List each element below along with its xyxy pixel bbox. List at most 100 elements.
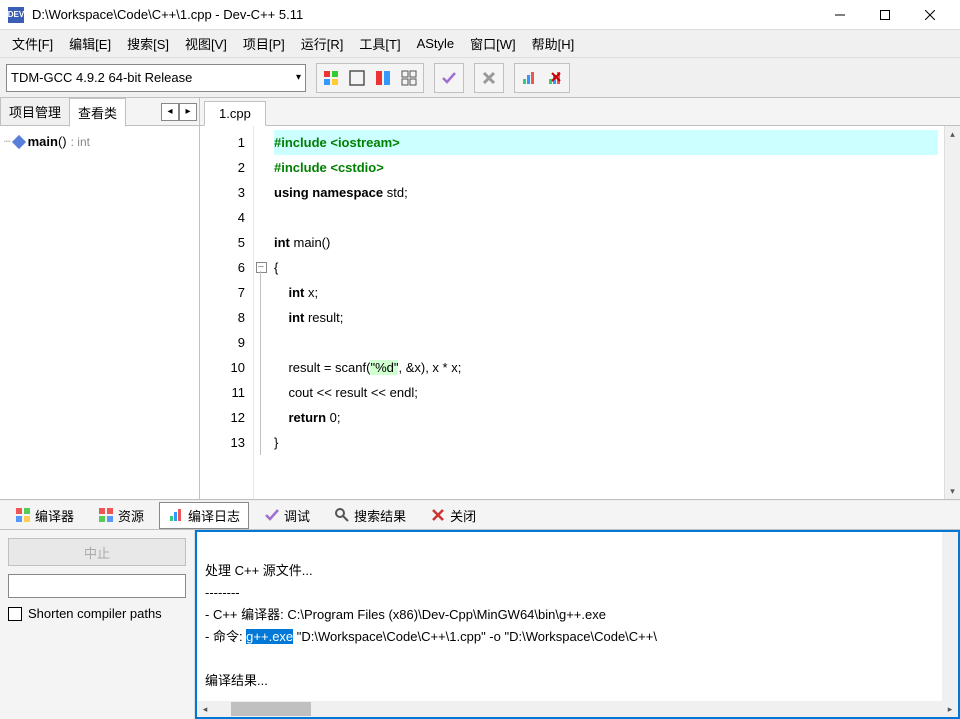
- code-line[interactable]: #include <cstdio>: [274, 155, 938, 180]
- scroll-down-icon[interactable]: ▾: [945, 483, 960, 499]
- tool-group-check: [434, 63, 464, 93]
- sidebar: 项目管理 查看类 ◂ ▸ ┈ main() : int: [0, 98, 200, 499]
- minimize-button[interactable]: [817, 1, 862, 29]
- dropdown-caret-icon: ▾: [296, 72, 301, 83]
- layout-single-icon[interactable]: [345, 66, 369, 90]
- tool-group-chart: [514, 63, 570, 93]
- layout-2pane-icon[interactable]: [371, 66, 395, 90]
- tree-item-main[interactable]: ┈ main() : int: [4, 132, 195, 151]
- menu-item[interactable]: 编辑[E]: [61, 30, 119, 57]
- menu-item[interactable]: AStyle: [409, 32, 463, 55]
- checkbox-icon[interactable]: [8, 607, 22, 621]
- bottom-tab-label: 搜索结果: [354, 506, 406, 525]
- close-button[interactable]: [907, 1, 952, 29]
- check-icon[interactable]: [437, 66, 461, 90]
- menu-item[interactable]: 视图[V]: [177, 30, 235, 57]
- fold-column: −: [254, 126, 268, 499]
- code-line[interactable]: {: [274, 255, 938, 280]
- toolbar: TDM-GCC 4.9.2 64-bit Release ▾: [0, 58, 960, 98]
- sidebar-nav-left[interactable]: ◂: [161, 103, 179, 121]
- code-area[interactable]: #include <iostream>#include <cstdio>usin…: [268, 126, 944, 499]
- x-grey-icon[interactable]: [477, 66, 501, 90]
- chart-x-icon[interactable]: [543, 66, 567, 90]
- bottom-left-controls: 中止 Shorten compiler paths: [0, 530, 195, 719]
- sidebar-tab-project[interactable]: 项目管理: [0, 97, 70, 126]
- scroll-up-icon[interactable]: ▴: [945, 126, 960, 142]
- sidebar-nav-right[interactable]: ▸: [179, 103, 197, 121]
- main-area: 项目管理 查看类 ◂ ▸ ┈ main() : int 1.cpp 123456…: [0, 98, 960, 499]
- bottom-panel: 编译器 资源编译日志调试 搜索结果 关闭 中止 Shorten compiler pa…: [0, 499, 960, 719]
- log-line: 编译结果...: [205, 670, 950, 692]
- bottom-tab-label: 关闭: [450, 506, 476, 525]
- menu-item[interactable]: 窗口[W]: [462, 30, 524, 57]
- layout-grid-icon[interactable]: [397, 66, 421, 90]
- code-line[interactable]: #include <iostream>: [274, 130, 938, 155]
- code-line[interactable]: cout << result << endl;: [274, 380, 938, 405]
- log-line: - 命令: g++.exe "D:\Workspace\Code\C++\1.c…: [205, 626, 950, 648]
- code-line[interactable]: [274, 205, 938, 230]
- bottom-tabs: 编译器 资源编译日志调试 搜索结果 关闭: [0, 500, 960, 530]
- editor-tab-1cpp[interactable]: 1.cpp: [204, 101, 266, 126]
- menu-item[interactable]: 项目[P]: [235, 30, 293, 57]
- tree-item-return: : int: [71, 135, 90, 149]
- resource-icon: [98, 507, 114, 523]
- code-line[interactable]: int x;: [274, 280, 938, 305]
- code-line[interactable]: [274, 330, 938, 355]
- menu-item[interactable]: 运行[R]: [293, 30, 352, 57]
- bottom-tab-label: 编译器: [35, 506, 74, 525]
- bottom-tab-log[interactable]: 编译日志: [159, 502, 249, 529]
- function-icon: [12, 134, 26, 148]
- code-line[interactable]: return 0;: [274, 405, 938, 430]
- window-title: D:\Workspace\Code\C++\1.cpp - Dev-C++ 5.…: [32, 7, 817, 22]
- sidebar-tab-classview[interactable]: 查看类: [69, 98, 126, 127]
- menu-item[interactable]: 帮助[H]: [524, 30, 583, 57]
- code-line[interactable]: int result;: [274, 305, 938, 330]
- shorten-paths-label: Shorten compiler paths: [28, 606, 162, 621]
- bottom-tab-search-res[interactable]: 搜索结果: [325, 502, 415, 529]
- debug-icon: [264, 507, 280, 523]
- tool-group-layout: [316, 63, 424, 93]
- class-tree[interactable]: ┈ main() : int: [0, 126, 199, 499]
- abort-button[interactable]: 中止: [8, 538, 186, 566]
- bottom-tab-compiler[interactable]: 编译器: [6, 502, 83, 529]
- compiler-icon: [15, 507, 31, 523]
- menu-item[interactable]: 文件[F]: [4, 30, 61, 57]
- editor-scrollbar[interactable]: ▴ ▾: [944, 126, 960, 499]
- chart-icon[interactable]: [517, 66, 541, 90]
- code-line[interactable]: result = scanf("%d", &x), x * x;: [274, 355, 938, 380]
- filter-input[interactable]: [8, 574, 186, 598]
- compile-log[interactable]: 处理 C++ 源文件...--------- C++ 编译器: C:\Progr…: [195, 530, 960, 719]
- log-icon: [168, 507, 184, 523]
- tree-item-name: main(): [28, 134, 67, 149]
- layout-4color-icon[interactable]: [319, 66, 343, 90]
- tool-group-x: [474, 63, 504, 93]
- titlebar: DEV D:\Workspace\Code\C++\1.cpp - Dev-C+…: [0, 0, 960, 30]
- editor-tabs: 1.cpp: [200, 98, 960, 126]
- bottom-tab-debug[interactable]: 调试: [255, 502, 319, 529]
- bottom-tab-label: 资源: [118, 506, 144, 525]
- log-scroll-y[interactable]: [942, 532, 958, 701]
- search-res-icon: [334, 507, 350, 523]
- maximize-button[interactable]: [862, 1, 907, 29]
- menu-item[interactable]: 工具[T]: [351, 30, 408, 57]
- code-line[interactable]: }: [274, 430, 938, 455]
- sidebar-tabs: 项目管理 查看类 ◂ ▸: [0, 98, 199, 126]
- shorten-paths-row[interactable]: Shorten compiler paths: [8, 606, 186, 621]
- code-editor[interactable]: 12345678910111213 − #include <iostream>#…: [200, 126, 960, 499]
- bottom-tab-resource[interactable]: 资源: [89, 502, 153, 529]
- log-line: [205, 648, 950, 670]
- editor-wrap: 1.cpp 12345678910111213 − #include <iost…: [200, 98, 960, 499]
- log-line: - C++ 编译器: C:\Program Files (x86)\Dev-Cp…: [205, 604, 950, 626]
- code-line[interactable]: using namespace std;: [274, 180, 938, 205]
- close-icon: [430, 507, 446, 523]
- code-line[interactable]: int main(): [274, 230, 938, 255]
- compiler-select[interactable]: TDM-GCC 4.9.2 64-bit Release ▾: [6, 64, 306, 92]
- bottom-tab-close[interactable]: 关闭: [421, 502, 485, 529]
- tree-expand-icon: ┈: [4, 135, 10, 148]
- fold-toggle[interactable]: −: [256, 262, 267, 273]
- log-line: 处理 C++ 源文件...: [205, 560, 950, 582]
- line-gutter: 12345678910111213: [200, 126, 254, 499]
- menu-item[interactable]: 搜索[S]: [119, 30, 177, 57]
- menubar: 文件[F]编辑[E]搜索[S]视图[V]项目[P]运行[R]工具[T]AStyl…: [0, 30, 960, 58]
- log-scroll-x[interactable]: ◂ ▸: [197, 701, 958, 717]
